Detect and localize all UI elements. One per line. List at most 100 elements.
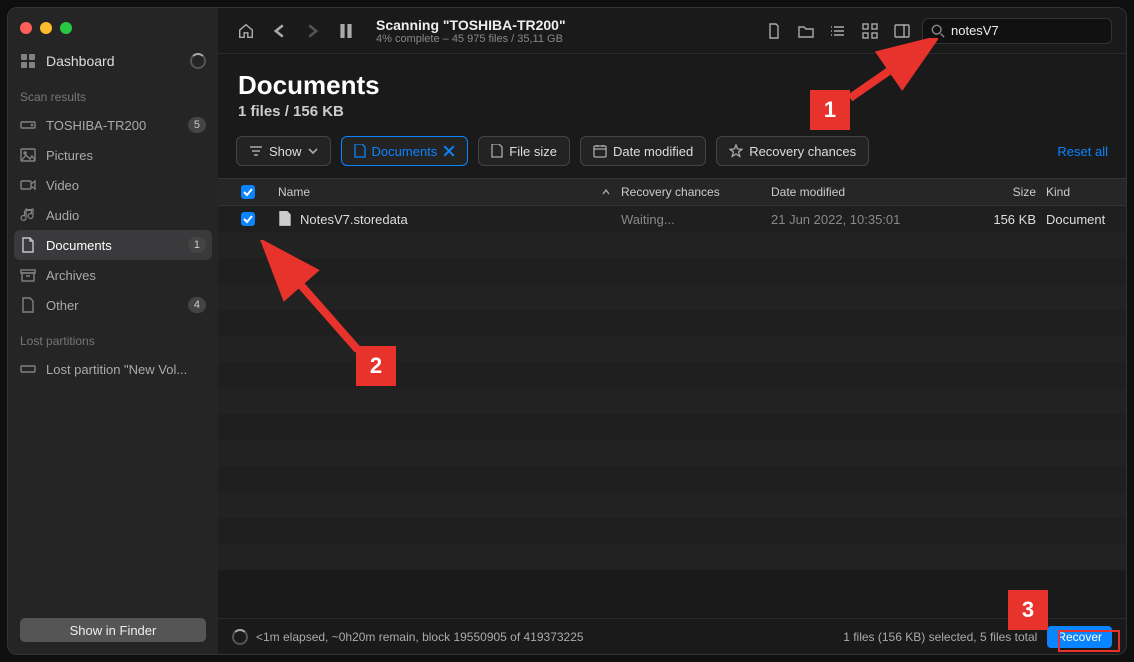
sidebar: Dashboard Scan results TOSHIBA-TR200 5 P… — [8, 8, 218, 654]
col-date[interactable]: Date modified — [771, 185, 951, 199]
row-size: 156 KB — [951, 212, 1046, 227]
video-icon — [20, 177, 36, 193]
badge: 4 — [188, 297, 206, 313]
file-icon — [278, 211, 292, 227]
hdd-icon — [20, 361, 36, 377]
annotation-arrow-1 — [848, 38, 938, 104]
filter-icon — [249, 144, 263, 158]
reset-all-link[interactable]: Reset all — [1057, 144, 1108, 159]
row-date: 21 Jun 2022, 10:35:01 — [771, 212, 951, 227]
badge: 1 — [188, 237, 206, 253]
col-size[interactable]: Size — [951, 185, 1046, 199]
scan-spinner-icon — [190, 53, 206, 69]
app-window: Dashboard Scan results TOSHIBA-TR200 5 P… — [7, 7, 1127, 655]
sidebar-item-label: Archives — [46, 268, 96, 283]
dashboard-label: Dashboard — [46, 53, 115, 69]
scan-title: Scanning "TOSHIBA-TR200" — [376, 17, 754, 33]
close-dot[interactable] — [20, 22, 32, 34]
lost-partitions-header: Lost partitions — [8, 320, 218, 354]
filter-recovery-chip[interactable]: Recovery chances — [716, 136, 869, 166]
show-in-finder-button[interactable]: Show in Finder — [20, 618, 206, 642]
image-icon — [20, 147, 36, 163]
sidebar-item-label: Other — [46, 298, 79, 313]
doc-icon — [491, 144, 503, 158]
table-header: Name Recovery chances Date modified Size… — [218, 178, 1126, 206]
archive-icon — [20, 267, 36, 283]
filter-label: Documents — [372, 144, 438, 159]
filter-documents-chip[interactable]: Documents — [341, 136, 469, 166]
view-folder-button[interactable] — [792, 17, 820, 45]
sidebar-item-documents[interactable]: Documents 1 — [14, 230, 212, 260]
hdd-icon — [20, 117, 36, 133]
annotation-3-box — [1058, 630, 1120, 652]
search-box[interactable] — [922, 18, 1112, 44]
row-name: NotesV7.storedata — [268, 211, 621, 227]
filter-filesize-chip[interactable]: File size — [478, 136, 570, 166]
minimize-dot[interactable] — [40, 22, 52, 34]
sidebar-item-pictures[interactable]: Pictures — [8, 140, 218, 170]
forward-button[interactable] — [298, 17, 326, 45]
sidebar-dashboard[interactable]: Dashboard — [8, 46, 218, 76]
show-label: Show — [269, 144, 302, 159]
annotation-arrow-2 — [258, 240, 368, 360]
audio-icon — [20, 207, 36, 223]
footer-bar: <1m elapsed, ~0h20m remain, block 195509… — [218, 618, 1126, 654]
table-row[interactable]: NotesV7.storedata Waiting... 21 Jun 2022… — [218, 206, 1126, 232]
sidebar-item-label: Documents — [46, 238, 112, 253]
doc-icon — [354, 144, 366, 158]
annotation-2: 2 — [356, 346, 396, 386]
row-checkbox[interactable] — [228, 212, 268, 226]
footer-status: <1m elapsed, ~0h20m remain, block 195509… — [256, 630, 584, 644]
sidebar-item-label: Pictures — [46, 148, 93, 163]
sidebar-item-label: Audio — [46, 208, 79, 223]
footer-spinner-icon — [232, 629, 248, 645]
back-button[interactable] — [266, 17, 294, 45]
view-doc-button[interactable] — [760, 17, 788, 45]
remove-filter-icon[interactable] — [443, 145, 455, 157]
annotation-3: 3 — [1008, 590, 1048, 630]
row-recovery: Waiting... — [621, 212, 771, 227]
title-block: Documents 1 files / 156 KB — [218, 54, 1126, 128]
zoom-dot[interactable] — [60, 22, 72, 34]
filter-date-chip[interactable]: Date modified — [580, 136, 706, 166]
other-icon — [20, 297, 36, 313]
chevron-down-icon — [308, 146, 318, 156]
window-controls — [8, 18, 218, 46]
sidebar-item-label: Video — [46, 178, 79, 193]
col-kind[interactable]: Kind — [1046, 185, 1126, 199]
filter-bar: Show Documents File size Date modified R… — [218, 128, 1126, 178]
search-icon — [931, 24, 945, 38]
doc-icon — [20, 237, 36, 253]
dashboard-icon — [20, 53, 36, 69]
sidebar-item-archives[interactable]: Archives — [8, 260, 218, 290]
sidebar-item-audio[interactable]: Audio — [8, 200, 218, 230]
calendar-icon — [593, 144, 607, 158]
badge: 5 — [188, 117, 206, 133]
sidebar-item-other[interactable]: Other 4 — [8, 290, 218, 320]
sidebar-item-label: TOSHIBA-TR200 — [46, 118, 146, 133]
page-subtitle: 1 files / 156 KB — [238, 103, 1106, 120]
scan-subtitle: 4% complete – 45 975 files / 35,11 GB — [376, 33, 754, 45]
show-dropdown[interactable]: Show — [236, 136, 331, 166]
sidebar-item-video[interactable]: Video — [8, 170, 218, 200]
page-title: Documents — [238, 70, 1106, 101]
topbar: Scanning "TOSHIBA-TR200" 4% complete – 4… — [218, 8, 1126, 54]
select-all-checkbox[interactable] — [228, 185, 268, 199]
footer-summary: 1 files (156 KB) selected, 5 files total — [843, 630, 1037, 644]
sidebar-item-label: Lost partition "New Vol... — [46, 362, 187, 377]
col-recovery[interactable]: Recovery chances — [621, 185, 771, 199]
sidebar-item-toshiba[interactable]: TOSHIBA-TR200 5 — [8, 110, 218, 140]
star-icon — [729, 144, 743, 158]
filter-label: Recovery chances — [749, 144, 856, 159]
search-input[interactable] — [951, 23, 1127, 38]
scan-results-header: Scan results — [8, 76, 218, 110]
filter-label: File size — [509, 144, 557, 159]
pause-button[interactable] — [332, 17, 360, 45]
annotation-1: 1 — [810, 90, 850, 130]
sidebar-item-lostpartition[interactable]: Lost partition "New Vol... — [8, 354, 218, 384]
col-name[interactable]: Name — [268, 185, 621, 199]
home-button[interactable] — [232, 17, 260, 45]
scan-status: Scanning "TOSHIBA-TR200" 4% complete – 4… — [376, 17, 754, 45]
filter-label: Date modified — [613, 144, 693, 159]
sort-asc-icon — [601, 187, 611, 197]
